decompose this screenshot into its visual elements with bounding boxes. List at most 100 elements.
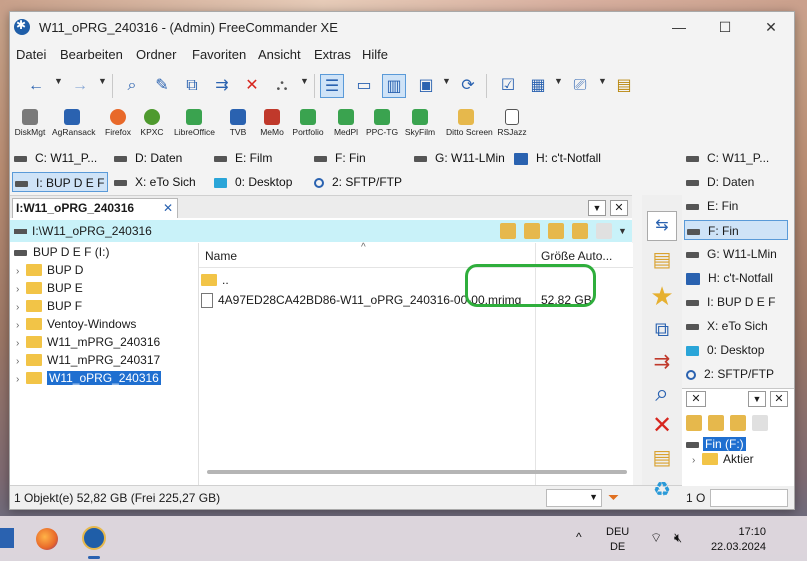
- parent-folder-icon[interactable]: [548, 223, 564, 239]
- right-tab-close-icon[interactable]: ✕: [686, 391, 706, 407]
- drive-desktop[interactable]: 0: Desktop: [686, 340, 790, 360]
- file-row-parent[interactable]: ..: [201, 271, 229, 289]
- tree-item[interactable]: › W11_mPRG_240316: [16, 333, 160, 351]
- forward-arrow-icon[interactable]: →: [68, 74, 92, 98]
- drive-c[interactable]: C: W11_P...: [686, 148, 790, 168]
- menu-favoriten[interactable]: Favoriten: [192, 47, 246, 62]
- drive-e[interactable]: E: Film: [214, 148, 272, 168]
- move-to-icon[interactable]: ⇉: [647, 347, 677, 377]
- language-indicator[interactable]: DEU DE: [606, 525, 629, 555]
- quick-launch-memo[interactable]: MeMo: [252, 106, 292, 146]
- tree-root[interactable]: Fin (F:): [682, 437, 754, 451]
- layout-dropdown-icon[interactable]: ▼: [554, 76, 563, 86]
- dual-panel-icon[interactable]: ▥: [382, 74, 406, 98]
- history-folder-icon[interactable]: [500, 223, 516, 239]
- network-icon[interactable]: ⎚: [568, 74, 592, 98]
- panel-close-icon[interactable]: ✕: [610, 200, 628, 216]
- drive-x[interactable]: X: eTo Sich: [686, 316, 790, 336]
- layout-icon[interactable]: ▦: [526, 74, 550, 98]
- drive-f[interactable]: F: Fin: [684, 220, 788, 240]
- volume-muted-icon[interactable]: 🔇︎: [674, 530, 682, 545]
- quick-launch-diskmgt[interactable]: DiskMgt: [10, 106, 50, 146]
- tree-item-selected[interactable]: › W11_oPRG_240316: [16, 369, 161, 387]
- filter-combo[interactable]: ▼: [546, 489, 602, 507]
- folder-sync-icon[interactable]: ▤: [647, 245, 677, 275]
- path-bar[interactable]: I:\W11_oPRG_240316 ▼: [10, 220, 632, 242]
- drive-c[interactable]: C: W11_P...: [14, 148, 97, 168]
- root-folder-icon[interactable]: [572, 223, 588, 239]
- path-dropdown-icon[interactable]: ▼: [618, 226, 627, 236]
- drive-d[interactable]: D: Daten: [686, 172, 790, 192]
- right-tab-menu-dropdown-icon[interactable]: ▼: [748, 391, 766, 407]
- forward-dropdown-icon[interactable]: ▼: [98, 76, 107, 86]
- tree-root[interactable]: BUP D E F (I:): [14, 243, 109, 261]
- copy-file-icon[interactable]: ⧉: [180, 74, 204, 98]
- quick-launch-ppc-tg[interactable]: PPC-TG: [362, 106, 402, 146]
- close-button[interactable]: ✕: [748, 12, 794, 44]
- tree-item[interactable]: › BUP F: [16, 297, 82, 315]
- edit-pencil-icon[interactable]: ✎: [150, 74, 174, 98]
- menu-datei[interactable]: Datei: [16, 47, 46, 62]
- tree-item[interactable]: › Aktier: [682, 452, 754, 466]
- copy-to-icon[interactable]: ⧉: [647, 315, 677, 345]
- refresh-folder-icon[interactable]: ▤: [647, 443, 677, 473]
- quick-launch-agransack[interactable]: AgRansack: [52, 106, 95, 146]
- binoculars-dropdown-icon[interactable]: ▼: [300, 76, 309, 86]
- filter-combo-right[interactable]: [710, 489, 788, 507]
- firefox-icon[interactable]: [36, 528, 58, 550]
- freecommander-taskbar-icon[interactable]: [82, 526, 106, 550]
- tab-close-icon[interactable]: ✕: [163, 199, 173, 217]
- title-bar[interactable]: W11_oPRG_240316 - (Admin) FreeCommander …: [10, 12, 794, 44]
- drive-h[interactable]: H: c't-Notfall: [514, 148, 601, 168]
- refresh-icon[interactable]: ⟳: [456, 74, 480, 98]
- move-file-icon[interactable]: ⇉: [210, 74, 234, 98]
- root-folder-icon[interactable]: [730, 415, 746, 431]
- drive-e[interactable]: E: Fin: [686, 196, 790, 216]
- right-panel-close-icon[interactable]: ✕: [770, 391, 788, 407]
- favorite-folder-icon[interactable]: [524, 223, 540, 239]
- delete-icon[interactable]: ✕: [240, 74, 264, 98]
- copy-path-icon[interactable]: [596, 223, 612, 239]
- tab-current-folder[interactable]: I:W11_oPRG_240316 ✕: [12, 198, 178, 218]
- drive-f[interactable]: F: Fin: [314, 148, 366, 168]
- binoculars-icon[interactable]: ⛬: [270, 74, 294, 98]
- start-icon[interactable]: [0, 528, 14, 548]
- favorites-folder-icon[interactable]: ▤: [612, 74, 636, 98]
- back-arrow-icon[interactable]: ←: [24, 74, 48, 98]
- quick-launch-skyfilm[interactable]: SkyFilm: [400, 106, 440, 146]
- quick-launch-portfolio[interactable]: Portfolio: [288, 106, 328, 146]
- tree-item[interactable]: › W11_mPRG_240317: [16, 351, 160, 369]
- delete-icon[interactable]: ✕: [647, 411, 677, 441]
- drive-g[interactable]: G: W11-LMin: [686, 244, 790, 264]
- drive-d[interactable]: D: Daten: [114, 148, 182, 168]
- drive-i[interactable]: I: BUP D E F: [12, 172, 108, 192]
- menu-bearbeiten[interactable]: Bearbeiten: [60, 47, 123, 62]
- scrollbar-thumb[interactable]: [207, 470, 627, 474]
- tray-chevron-up-icon[interactable]: ^: [576, 530, 582, 545]
- tab-menu-dropdown-icon[interactable]: ▼: [588, 200, 606, 216]
- quick-launch-rsjazz[interactable]: RSJazz: [492, 106, 532, 146]
- maximize-button[interactable]: ☐: [702, 12, 748, 44]
- swap-panels-icon[interactable]: ⇆: [647, 211, 677, 241]
- minimize-button[interactable]: —: [656, 12, 702, 44]
- drive-sftp[interactable]: 2: SFTP/FTP: [314, 172, 402, 192]
- drive-x[interactable]: X: eTo Sich: [114, 172, 196, 192]
- search-icon[interactable]: ⌕: [120, 74, 144, 98]
- parent-folder-icon[interactable]: [708, 415, 724, 431]
- menu-hilfe[interactable]: Hilfe: [362, 47, 388, 62]
- column-header-name[interactable]: Name: [205, 243, 237, 267]
- quick-launch-libreoffice[interactable]: LibreOffice: [174, 106, 215, 146]
- preview-dropdown-icon[interactable]: ▼: [442, 76, 451, 86]
- quick-launch-medpl[interactable]: MedPl: [326, 106, 366, 146]
- menu-ansicht[interactable]: Ansicht: [258, 47, 301, 62]
- drive-desktop[interactable]: 0: Desktop: [214, 172, 292, 192]
- favorite-folder-icon[interactable]: [686, 415, 702, 431]
- recycle-bin-icon[interactable]: ♻: [647, 475, 677, 505]
- search-icon[interactable]: ⌕: [647, 379, 677, 409]
- copy-path-icon[interactable]: [752, 415, 768, 431]
- single-panel-icon[interactable]: ▭: [352, 74, 376, 98]
- wifi-icon[interactable]: ⌔: [650, 530, 662, 545]
- tree-item[interactable]: › BUP E: [16, 279, 83, 297]
- menu-extras[interactable]: Extras: [314, 47, 351, 62]
- tree-item[interactable]: › BUP D: [16, 261, 83, 279]
